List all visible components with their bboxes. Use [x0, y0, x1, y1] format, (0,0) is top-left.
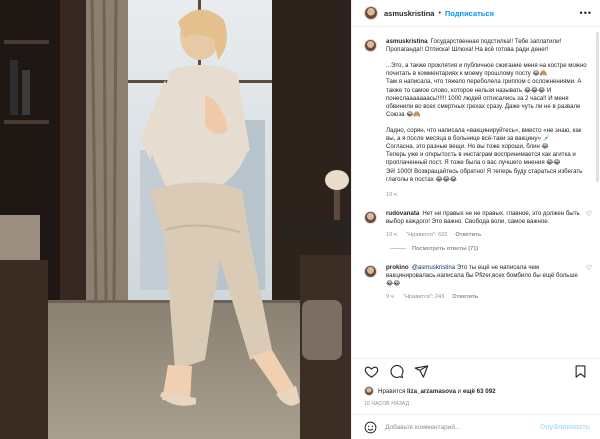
author-avatar[interactable] [364, 6, 378, 20]
comment-likes[interactable]: "Нравится": 632 [406, 232, 447, 238]
heart-icon[interactable] [364, 364, 379, 379]
comment-item: rudovanata Нет ни правых не не правых. гл… [364, 210, 592, 238]
caption-row: asmuskristina Государственная подстилка!!… [364, 38, 592, 198]
comment-avatar[interactable] [364, 210, 377, 224]
follow-button[interactable]: Подписаться [445, 9, 494, 18]
bookmark-icon[interactable] [573, 364, 588, 379]
caption-body: Государственная подстилка!! Тебе заплати… [386, 38, 587, 183]
likes-prefix: Нравится [378, 387, 406, 395]
comment-text: rudovanata Нет ни правых не не правых. гл… [386, 210, 586, 226]
comment-meta: 9 ч. "Нравится": 243 Ответить [386, 294, 586, 300]
emoji-icon[interactable] [364, 421, 377, 434]
reply-button[interactable]: Ответить [455, 232, 481, 238]
liker-avatar[interactable] [364, 386, 374, 396]
comment-username[interactable]: prokino [386, 264, 409, 271]
comment-text: prokino @asmuskristina Это ты ещё не напи… [386, 264, 586, 288]
reply-button[interactable]: Ответить [452, 294, 478, 300]
post-header: asmuskristina • Подписаться ••• [352, 0, 600, 27]
caption-avatar[interactable] [364, 39, 377, 52]
post-photo-image [0, 0, 351, 439]
comment-mention[interactable]: @asmuskristina [412, 264, 455, 271]
comments-scroll-area[interactable]: asmuskristina Государственная подстилка!!… [352, 28, 600, 354]
likes-summary: Нравится liza_arzamasova и ещё 63 092 [364, 386, 592, 396]
comment-time: 10 ч. [386, 231, 399, 238]
share-icon[interactable] [414, 364, 429, 379]
caption-time: 10 ч. [386, 191, 399, 198]
post-actions-bar [352, 358, 600, 384]
comment-like-icon[interactable]: ♡ [586, 264, 592, 272]
comment-likes[interactable]: "Нравится": 243 [403, 294, 444, 300]
comment-time: 9 ч. [386, 294, 396, 301]
likes-and: и [457, 387, 462, 395]
add-comment-bar: Опубликовать [352, 414, 600, 439]
comment-username[interactable]: rudovanata [386, 210, 419, 217]
caption-username[interactable]: asmuskristina [386, 38, 428, 45]
publish-button[interactable]: Опубликовать [540, 424, 590, 431]
scrollbar-thumb[interactable] [596, 32, 599, 182]
author-username[interactable]: asmuskristina [384, 9, 434, 18]
comment-avatar[interactable] [364, 264, 377, 278]
more-horizontal-icon[interactable]: ••• [580, 8, 592, 18]
view-replies-button[interactable]: Посмотреть ответы (71) [390, 246, 592, 252]
comment-input[interactable] [385, 423, 540, 431]
comment-item: prokino @asmuskristina Это ты ещё не напи… [364, 264, 592, 300]
likes-count[interactable]: ещё 63 092 [463, 388, 496, 395]
post-timestamp[interactable]: 10 часов назад [364, 401, 409, 407]
post-panel: asmuskristina • Подписаться ••• asmuskri… [351, 0, 600, 439]
comment-icon[interactable] [389, 364, 404, 379]
separator-dot: • [438, 9, 441, 17]
caption-text: asmuskristina Государственная подстилка!!… [386, 38, 592, 184]
post-photo[interactable] [0, 0, 351, 439]
liker-username[interactable]: liza_arzamasova [407, 388, 456, 395]
comment-meta: 10 ч. "Нравится": 632 Ответить [386, 232, 586, 238]
comment-like-icon[interactable]: ♡ [586, 210, 592, 218]
